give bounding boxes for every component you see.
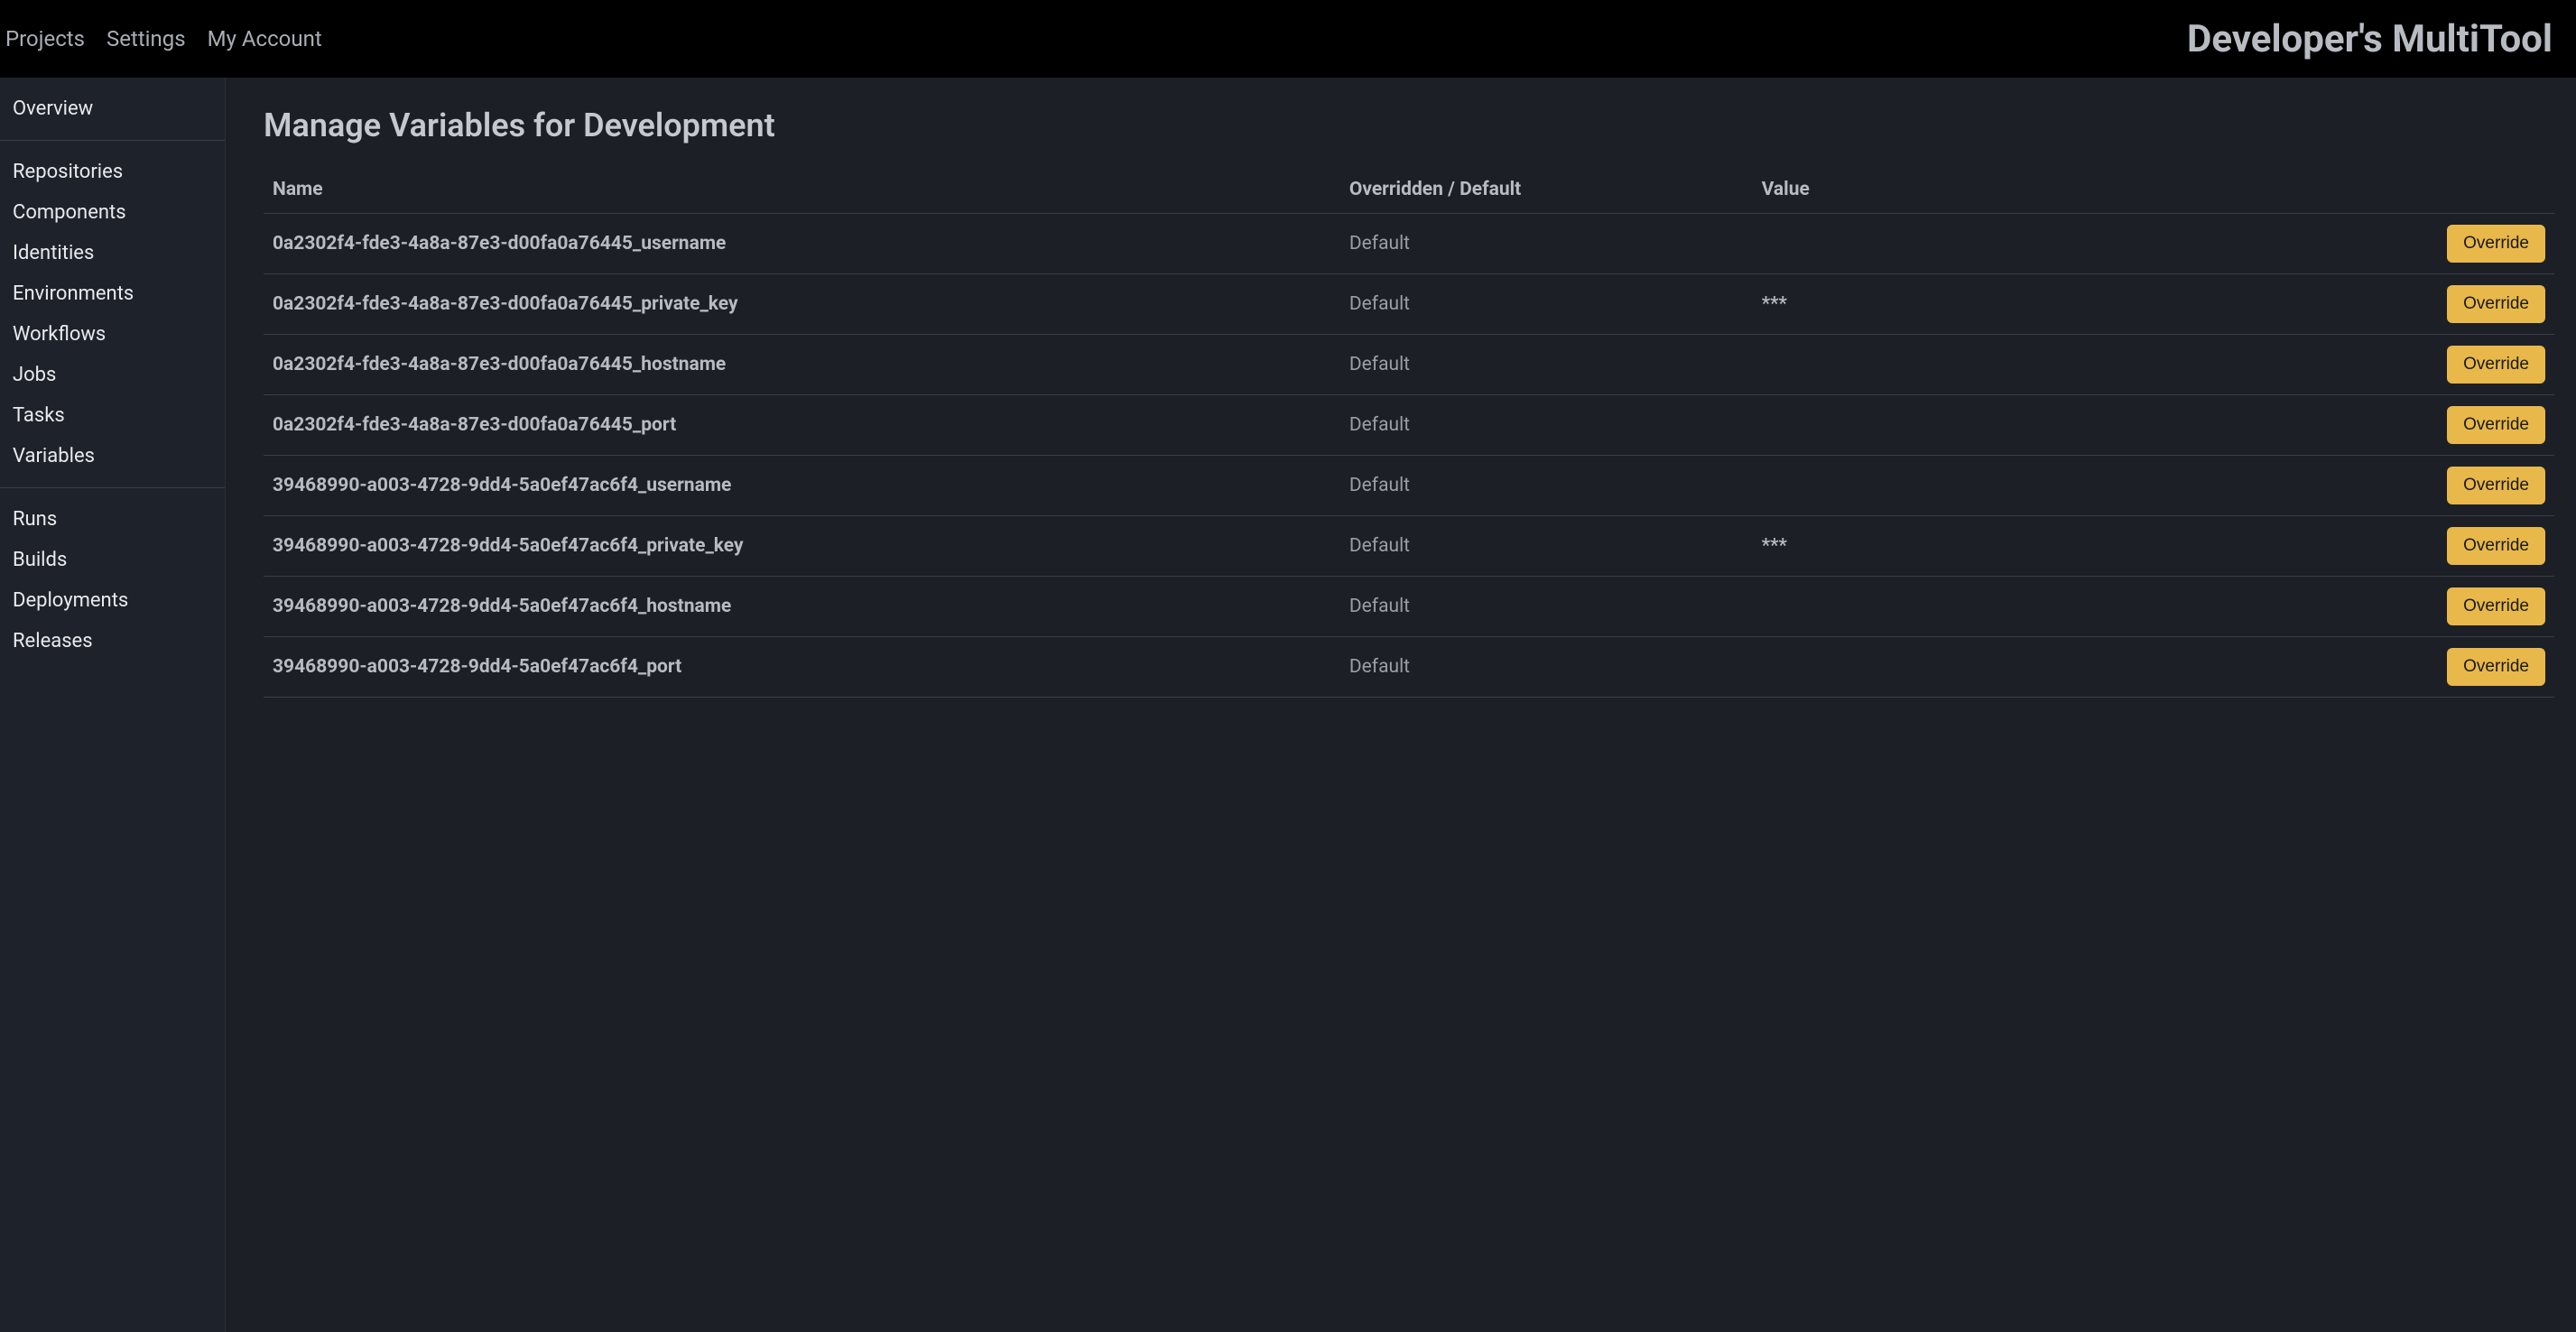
- sidebar-item-deployments[interactable]: Deployments: [0, 580, 225, 621]
- variable-value: [1753, 637, 2188, 698]
- variable-status: Default: [1340, 456, 1753, 516]
- nav-my-account[interactable]: My Account: [208, 26, 322, 51]
- variable-status: Default: [1340, 637, 1753, 698]
- sidebar-item-tasks[interactable]: Tasks: [0, 395, 225, 436]
- variable-value: [1753, 214, 2188, 274]
- variable-value: [1753, 335, 2188, 395]
- table-row: 0a2302f4-fde3-4a8a-87e3-d00fa0a76445_use…: [264, 214, 2554, 274]
- variable-action-cell: Override: [2188, 395, 2554, 456]
- page-title: Manage Variables for Development: [264, 106, 2554, 144]
- sidebar-item-identities[interactable]: Identities: [0, 233, 225, 273]
- variable-action-cell: Override: [2188, 335, 2554, 395]
- sidebar: Overview Repositories Components Identit…: [0, 78, 226, 1332]
- variable-status: Default: [1340, 335, 1753, 395]
- sidebar-item-environments[interactable]: Environments: [0, 273, 225, 314]
- sidebar-item-jobs[interactable]: Jobs: [0, 355, 225, 395]
- table-row: 0a2302f4-fde3-4a8a-87e3-d00fa0a76445_pri…: [264, 274, 2554, 335]
- variable-value: ***: [1753, 516, 2188, 577]
- variable-name: 39468990-a003-4728-9dd4-5a0ef47ac6f4_use…: [264, 456, 1340, 516]
- sidebar-item-builds[interactable]: Builds: [0, 540, 225, 580]
- top-nav: Projects Settings My Account: [5, 26, 322, 51]
- variable-action-cell: Override: [2188, 577, 2554, 637]
- nav-settings[interactable]: Settings: [107, 26, 186, 51]
- variable-name: 39468990-a003-4728-9dd4-5a0ef47ac6f4_hos…: [264, 577, 1340, 637]
- sidebar-item-components[interactable]: Components: [0, 192, 225, 233]
- table-row: 0a2302f4-fde3-4a8a-87e3-d00fa0a76445_hos…: [264, 335, 2554, 395]
- table-row: 39468990-a003-4728-9dd4-5a0ef47ac6f4_use…: [264, 456, 2554, 516]
- variable-action-cell: Override: [2188, 214, 2554, 274]
- sidebar-item-repositories[interactable]: Repositories: [0, 152, 225, 192]
- column-header-status: Overridden / Default: [1340, 166, 1753, 214]
- table-row: 39468990-a003-4728-9dd4-5a0ef47ac6f4_pri…: [264, 516, 2554, 577]
- table-row: 0a2302f4-fde3-4a8a-87e3-d00fa0a76445_por…: [264, 395, 2554, 456]
- sidebar-item-overview[interactable]: Overview: [0, 88, 225, 129]
- table-row: 39468990-a003-4728-9dd4-5a0ef47ac6f4_hos…: [264, 577, 2554, 637]
- variable-name: 0a2302f4-fde3-4a8a-87e3-d00fa0a76445_hos…: [264, 335, 1340, 395]
- variable-status: Default: [1340, 395, 1753, 456]
- override-button[interactable]: Override: [2447, 648, 2545, 686]
- variable-value: [1753, 456, 2188, 516]
- main-layout: Overview Repositories Components Identit…: [0, 78, 2576, 1332]
- variable-action-cell: Override: [2188, 516, 2554, 577]
- variable-value: [1753, 577, 2188, 637]
- table-header-row: Name Overridden / Default Value: [264, 166, 2554, 214]
- app-title: Developer's MultiTool: [2187, 17, 2569, 61]
- sidebar-section-project: Repositories Components Identities Envir…: [0, 141, 225, 488]
- sidebar-section-activity: Runs Builds Deployments Releases: [0, 488, 225, 672]
- variable-value: ***: [1753, 274, 2188, 335]
- variable-action-cell: Override: [2188, 274, 2554, 335]
- sidebar-item-releases[interactable]: Releases: [0, 621, 225, 661]
- column-header-value: Value: [1753, 166, 2188, 214]
- override-button[interactable]: Override: [2447, 225, 2545, 263]
- variable-name: 39468990-a003-4728-9dd4-5a0ef47ac6f4_pri…: [264, 516, 1340, 577]
- table-row: 39468990-a003-4728-9dd4-5a0ef47ac6f4_por…: [264, 637, 2554, 698]
- column-header-name: Name: [264, 166, 1340, 214]
- override-button[interactable]: Override: [2447, 467, 2545, 504]
- variable-name: 0a2302f4-fde3-4a8a-87e3-d00fa0a76445_por…: [264, 395, 1340, 456]
- variable-action-cell: Override: [2188, 456, 2554, 516]
- variable-action-cell: Override: [2188, 637, 2554, 698]
- sidebar-item-workflows[interactable]: Workflows: [0, 314, 225, 355]
- override-button[interactable]: Override: [2447, 406, 2545, 444]
- variable-status: Default: [1340, 274, 1753, 335]
- variable-name: 39468990-a003-4728-9dd4-5a0ef47ac6f4_por…: [264, 637, 1340, 698]
- variable-name: 0a2302f4-fde3-4a8a-87e3-d00fa0a76445_pri…: [264, 274, 1340, 335]
- variable-status: Default: [1340, 577, 1753, 637]
- sidebar-item-runs[interactable]: Runs: [0, 499, 225, 540]
- variable-name: 0a2302f4-fde3-4a8a-87e3-d00fa0a76445_use…: [264, 214, 1340, 274]
- column-header-action: [2188, 166, 2554, 214]
- sidebar-item-variables[interactable]: Variables: [0, 436, 225, 476]
- override-button[interactable]: Override: [2447, 346, 2545, 384]
- override-button[interactable]: Override: [2447, 527, 2545, 565]
- variable-status: Default: [1340, 214, 1753, 274]
- top-bar: Projects Settings My Account Developer's…: [0, 0, 2576, 78]
- variables-table: Name Overridden / Default Value 0a2302f4…: [264, 166, 2554, 698]
- nav-projects[interactable]: Projects: [5, 26, 85, 51]
- override-button[interactable]: Override: [2447, 285, 2545, 323]
- variable-status: Default: [1340, 516, 1753, 577]
- content-area: Manage Variables for Development Name Ov…: [226, 78, 2576, 1332]
- variable-value: [1753, 395, 2188, 456]
- override-button[interactable]: Override: [2447, 587, 2545, 625]
- sidebar-section-overview: Overview: [0, 78, 225, 141]
